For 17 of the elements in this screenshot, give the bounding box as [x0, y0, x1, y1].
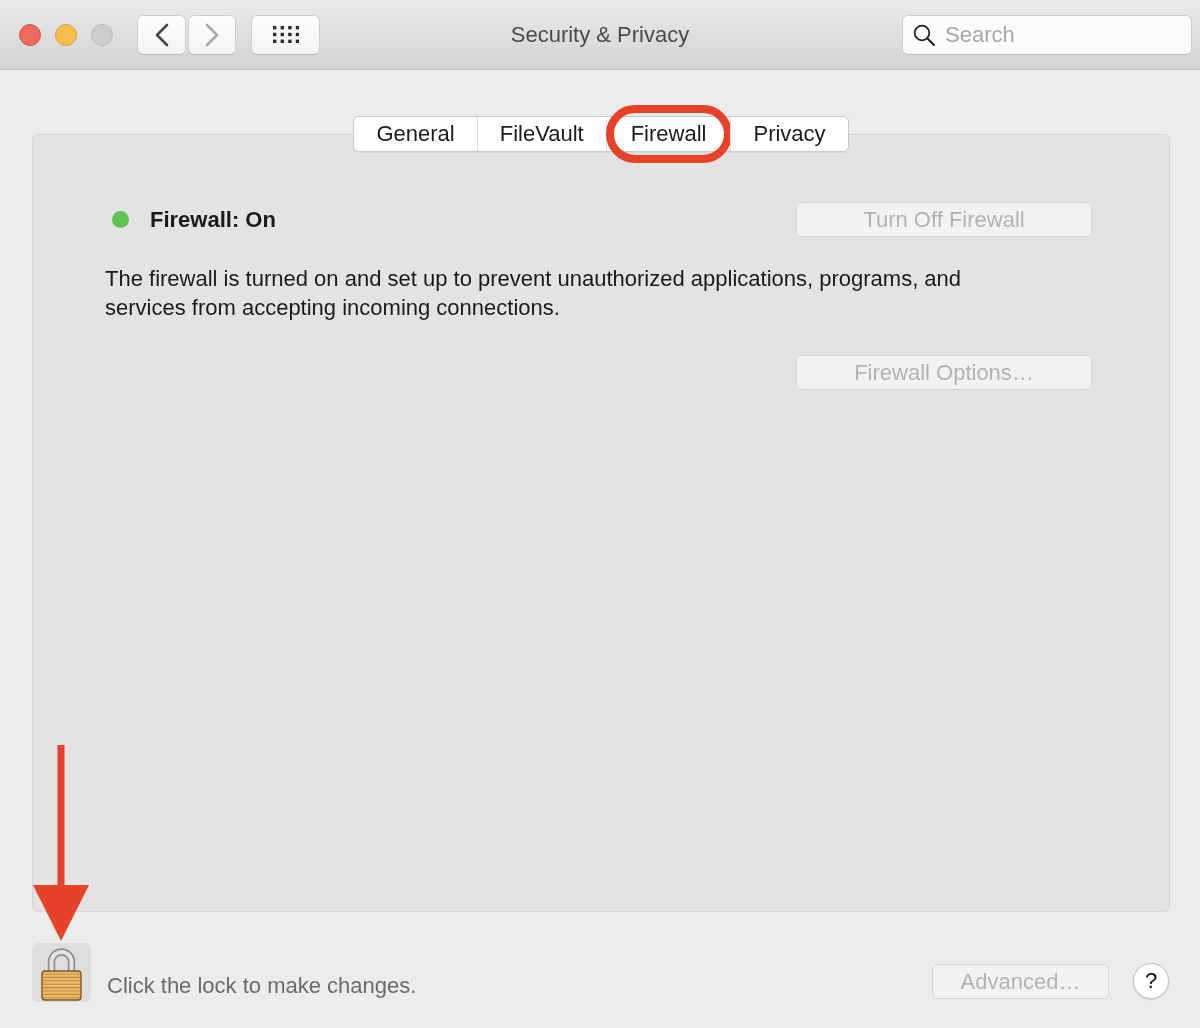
search-field[interactable]: Search: [902, 14, 1192, 55]
search-icon: [913, 23, 935, 46]
tab[interactable]: FileVault: [477, 117, 606, 151]
lock-hint: Click the lock to make changes.: [107, 972, 417, 1000]
chevron-right-icon: [204, 22, 220, 47]
window-title: Security & Privacy: [510, 21, 690, 49]
status-label: Firewall: On: [150, 206, 276, 234]
help-button[interactable]: ?: [1133, 963, 1169, 999]
chevron-left-icon: [153, 22, 170, 47]
back-button[interactable]: [137, 14, 186, 55]
grid-icon: [272, 26, 299, 43]
close-button[interactable]: [19, 23, 41, 46]
tab[interactable]: Privacy: [731, 117, 848, 151]
description-text: The firewall is turned on and set up to prevent unauthorized applications, programs, and services from accepting incoming connections.: [105, 265, 963, 322]
show-all-button[interactable]: [251, 14, 320, 55]
tab[interactable]: General: [354, 117, 477, 151]
lock-icon[interactable]: [32, 943, 91, 1002]
